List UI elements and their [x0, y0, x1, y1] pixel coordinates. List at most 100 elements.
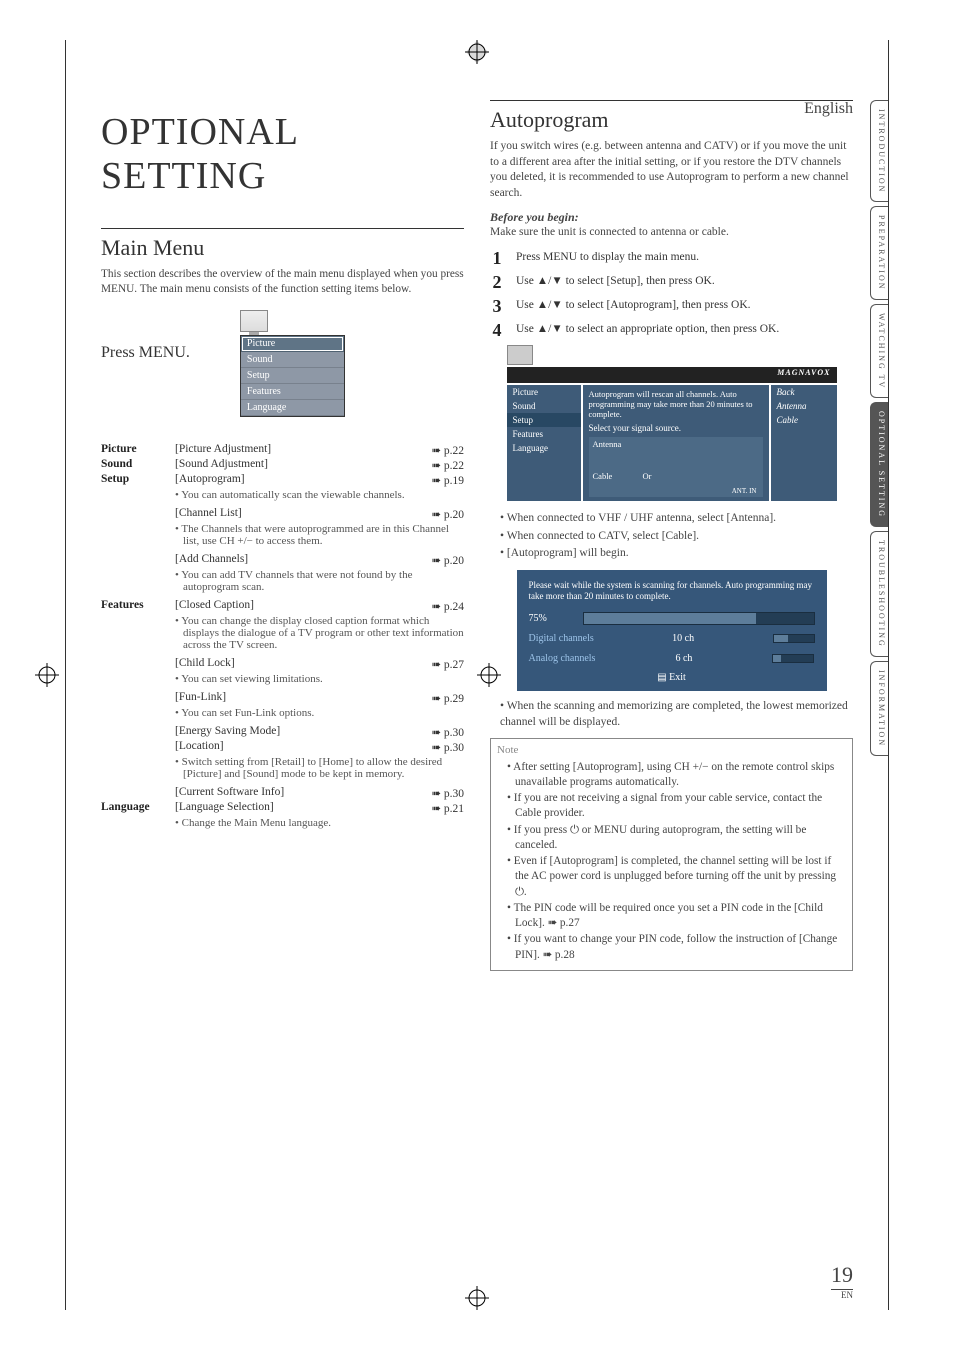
- osd-item: Language: [241, 400, 344, 416]
- digital-channels-label: Digital channels: [529, 633, 594, 644]
- osd-left-item: Sound: [507, 399, 581, 413]
- main-menu-heading: Main Menu: [101, 235, 464, 261]
- diagram-label-or: Or: [643, 471, 652, 481]
- progress-panel: Please wait while the system is scanning…: [517, 570, 827, 692]
- side-tab[interactable]: OPTIONAL SETTING: [870, 402, 888, 527]
- menu-row: [Channel List]➠ p.20: [101, 507, 464, 521]
- registration-mark-left: [35, 663, 59, 687]
- page-ref-arrow-icon: ➠: [431, 657, 439, 671]
- diagram-label-antenna: Antenna: [593, 439, 622, 449]
- step-text: Use ▲/▼ to select [Autoprogram], then pr…: [516, 297, 853, 315]
- autoprogram-heading: Autoprogram: [490, 107, 853, 133]
- osd-message: Autoprogram will rescan all channels. Au…: [589, 389, 763, 420]
- analog-channels-bar: [772, 654, 814, 663]
- menu-item-desc: • Change the Main Menu language.: [175, 817, 464, 829]
- osd-left-menu: PictureSoundSetupFeaturesLanguage: [507, 385, 581, 502]
- note-item: After setting [Autoprogram], using CH +/…: [507, 760, 846, 791]
- exit-label: Exit: [669, 672, 686, 683]
- page-number: 19 EN: [831, 1262, 853, 1300]
- menu-item-label: [Child Lock]: [175, 657, 412, 669]
- menu-item-label: [Fun-Link]: [175, 691, 412, 703]
- osd-title-bar: MAGNAVOX: [507, 367, 837, 383]
- osd-left-item: Setup: [507, 413, 581, 427]
- autoprogram-intro: If you switch wires (e.g. between antenn…: [490, 139, 853, 201]
- page-title: OPTIONAL SETTING: [101, 110, 464, 198]
- left-column: OPTIONAL SETTING Main Menu This section …: [101, 100, 464, 971]
- menu-item-label: [Energy Saving Mode]: [175, 725, 412, 737]
- step-number: 2: [490, 273, 504, 291]
- menu-row: [Add Channels]➠ p.20: [101, 553, 464, 567]
- menu-page-ref: ➠ p.30: [412, 725, 464, 739]
- osd-right-item: Back: [771, 385, 837, 399]
- step-number: 1: [490, 249, 504, 267]
- tv-icon: [507, 345, 533, 365]
- digital-channels-value: 10 ch: [672, 633, 694, 644]
- side-tabs: INTRODUCTION PREPARATION WATCHING TV OPTION…: [870, 100, 888, 756]
- menu-row: Language[Language Selection]➠ p.21: [101, 801, 464, 815]
- menu-row: [Location]➠ p.30: [101, 740, 464, 754]
- menu-item-label: [Sound Adjustment]: [175, 458, 412, 470]
- menu-page-ref: ➠ p.20: [412, 553, 464, 567]
- page-ref-arrow-icon: ➠: [431, 801, 439, 815]
- menu-page-ref: ➠ p.27: [412, 657, 464, 671]
- menu-row: [Child Lock]➠ p.27: [101, 657, 464, 671]
- osd-right-item: Cable: [771, 413, 837, 427]
- menu-item-desc: • Switch setting from [Retail] to [Home]…: [175, 756, 464, 780]
- menu-item-desc: • You can automatically scan the viewabl…: [175, 489, 464, 501]
- side-tab[interactable]: TROUBLESHOOTING: [870, 531, 888, 657]
- language-label: English: [804, 100, 853, 118]
- page-ref-arrow-icon: ➠: [431, 599, 439, 613]
- menu-item-label: [Picture Adjustment]: [175, 443, 412, 455]
- step-number: 3: [490, 297, 504, 315]
- progress-bar: [583, 612, 815, 625]
- note-item: If you are not receiving a signal from y…: [507, 791, 846, 822]
- menu-item-label: [Add Channels]: [175, 553, 412, 565]
- menu-row: Sound[Sound Adjustment]➠ p.22: [101, 458, 464, 472]
- note-item: The PIN code will be required once you s…: [507, 901, 846, 932]
- tv-icon: [240, 310, 268, 332]
- page-ref-arrow-icon: ➠: [431, 786, 439, 800]
- page-ref-arrow-icon: ➠: [431, 691, 439, 705]
- menu-page-ref: ➠ p.30: [412, 740, 464, 754]
- page-ref-arrow-icon: ➠: [431, 553, 439, 567]
- menu-item-label: [Closed Caption]: [175, 599, 412, 611]
- menu-page-ref: ➠ p.29: [412, 691, 464, 705]
- osd-mid-panel: Autoprogram will rescan all channels. Au…: [583, 385, 769, 502]
- side-tab[interactable]: WATCHING TV: [870, 304, 888, 398]
- menu-item-desc: • You can change the display closed capt…: [175, 615, 464, 651]
- analog-channels-label: Analog channels: [529, 653, 596, 664]
- menu-category: Features: [101, 599, 175, 611]
- side-tab[interactable]: INTRODUCTION: [870, 100, 888, 202]
- menu-item-desc: • The Channels that were autoprogrammed …: [175, 523, 464, 547]
- side-tab[interactable]: INFORMATION: [870, 661, 888, 756]
- osd-item: Sound: [241, 352, 344, 368]
- before-you-begin-label: Before you begin:: [490, 209, 853, 225]
- step-text: Press MENU to display the main menu.: [516, 249, 853, 267]
- step: 3 Use ▲/▼ to select [Autoprogram], then p…: [490, 297, 853, 315]
- main-menu-intro: This section describes the overview of t…: [101, 267, 464, 298]
- page-ref-arrow-icon: ➠: [431, 458, 439, 472]
- page-number-lang: EN: [831, 1290, 853, 1300]
- bullet-item: When connected to VHF / UHF antenna, sel…: [500, 511, 853, 527]
- menu-page-ref: ➠ p.22: [412, 443, 464, 457]
- section-rule-2: [490, 100, 853, 101]
- page-ref-arrow-icon: ➠: [431, 507, 439, 521]
- menu-item-desc: • You can add TV channels that were not …: [175, 569, 464, 593]
- menu-category: Sound: [101, 458, 175, 470]
- menu-row: Picture[Picture Adjustment]➠ p.22: [101, 443, 464, 457]
- osd-item: Features: [241, 384, 344, 400]
- step-text: Use ▲/▼ to select [Setup], then press OK…: [516, 273, 853, 291]
- osd-item: Picture: [241, 336, 344, 352]
- side-tab[interactable]: PREPARATION: [870, 206, 888, 300]
- step-number: 4: [490, 321, 504, 339]
- step: 4Use ▲/▼ to select an appropriate option…: [490, 321, 853, 339]
- note-item: If you press ⏻ or MENU during autoprogra…: [507, 823, 846, 854]
- osd-right-item: Antenna: [771, 399, 837, 413]
- page-number-value: 19: [831, 1262, 853, 1290]
- note-box: Note After setting [Autoprogram], using …: [490, 738, 853, 971]
- page-ref-arrow-icon: ➠: [431, 725, 439, 739]
- menu-page-ref: ➠ p.20: [412, 507, 464, 521]
- page-ref-arrow-icon: ➠: [431, 473, 439, 487]
- progress-percent-label: 75%: [529, 613, 575, 624]
- step: 2 Use ▲/▼ to select [Setup], then press O…: [490, 273, 853, 291]
